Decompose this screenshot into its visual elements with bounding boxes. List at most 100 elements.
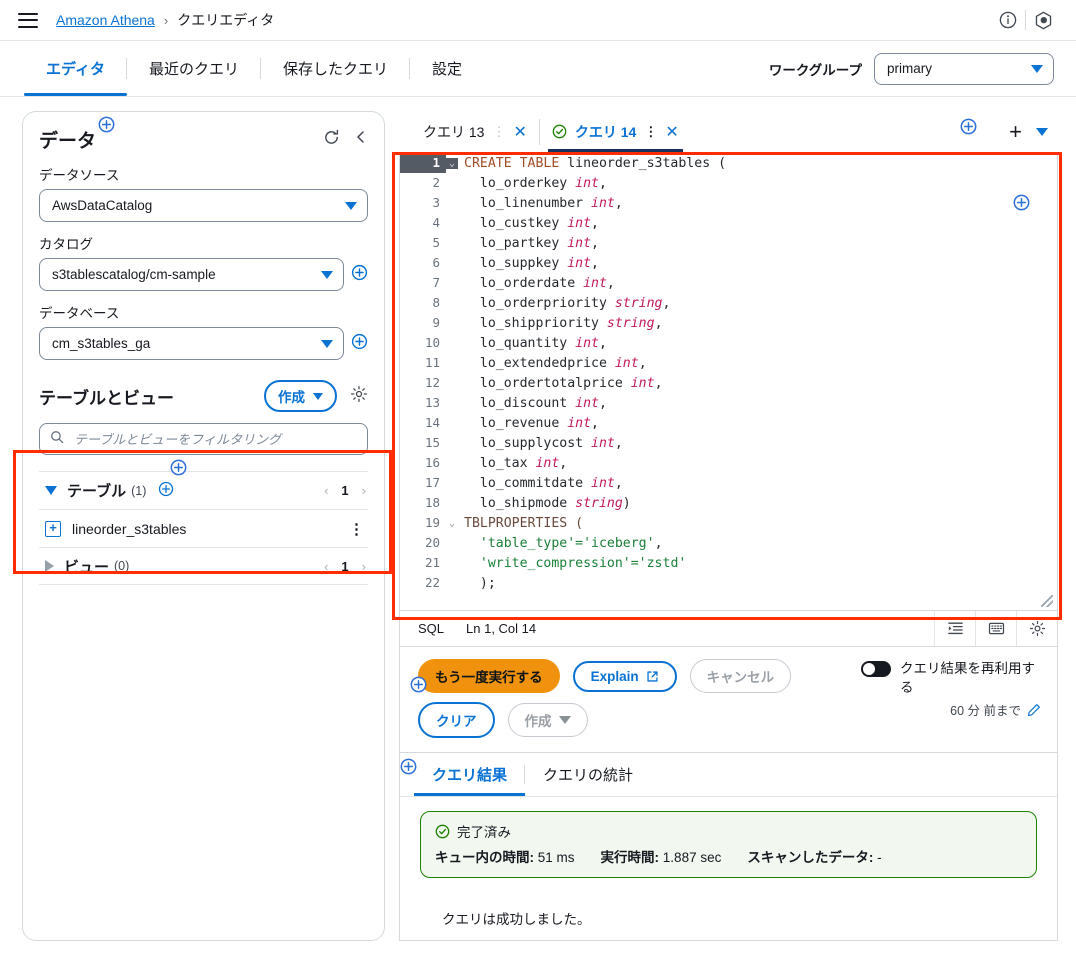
code-text: lo_shipmode string) (464, 495, 631, 511)
views-next-page-icon[interactable]: › (362, 559, 366, 574)
code-line[interactable]: 6 lo_suppkey int, (400, 253, 1057, 273)
chevron-down-icon[interactable] (45, 486, 57, 495)
table-options-icon[interactable]: ⋮ (349, 520, 364, 538)
database-add-icon[interactable] (351, 333, 368, 355)
query-result-message: クエリは成功しました。 (442, 912, 591, 927)
query-tab-13-menu-icon[interactable]: ⋮ (492, 124, 505, 140)
tables-prev-page-icon[interactable]: ‹ (324, 483, 328, 498)
code-line[interactable]: 19 ⌄ TBLPROPERTIES ( (400, 513, 1057, 533)
tab-settings[interactable]: 設定 (410, 41, 484, 96)
line-number: 5 (432, 235, 440, 250)
main-content: データ データソース AwsDataCatalog カタログ s3tablesc… (0, 97, 1076, 941)
code-line[interactable]: 1 ⌄ CREATE TABLE lineorder_s3tables ( (400, 153, 1057, 173)
add-table-icon[interactable] (158, 481, 174, 500)
stat-queue-time: キュー内の時間: 51 ms (435, 846, 575, 866)
code-line[interactable]: 12 lo_ordertotalprice int, (400, 373, 1057, 393)
code-text: lo_extendedprice int, (464, 355, 647, 371)
code-line[interactable]: 7 lo_orderdate int, (400, 273, 1057, 293)
create-dropdown-button[interactable]: 作成 (507, 703, 588, 737)
query-tab-14-menu-icon[interactable]: ⋮ (644, 124, 657, 140)
workgroup-select[interactable]: primary (874, 52, 1054, 85)
stat-data-scanned-value: - (877, 850, 882, 865)
reuse-results-toggle[interactable] (861, 661, 891, 677)
run-again-button[interactable]: もう一度実行する (418, 659, 560, 693)
database-select[interactable]: cm_s3tables_ga (39, 327, 344, 360)
catalog-add-icon[interactable] (351, 264, 368, 286)
tables-views-header: テーブルとビュー 作成 (39, 380, 368, 412)
table-list-item[interactable]: + lineorder_s3tables ⋮ (39, 509, 368, 547)
tables-group-label: テーブル (67, 483, 127, 500)
expand-table-icon[interactable]: + (45, 520, 61, 537)
tab-recent-queries[interactable]: 最近のクエリ (127, 41, 261, 96)
tab-editor-label: エディタ (46, 61, 105, 78)
table-filter-field[interactable] (39, 423, 368, 455)
fold-toggle-icon[interactable]: ⌄ (446, 518, 458, 529)
tab-editor[interactable]: エディタ (24, 41, 127, 96)
info-icon[interactable] (991, 3, 1025, 37)
code-line[interactable]: 11 lo_extendedprice int, (400, 353, 1057, 373)
tab-saved-queries-label: 保存したクエリ (282, 61, 388, 78)
code-line[interactable]: 10 lo_quantity int, (400, 333, 1057, 353)
tab-saved-queries[interactable]: 保存したクエリ (261, 41, 410, 96)
code-line[interactable]: 13 lo_discount int, (400, 393, 1057, 413)
views-group-row[interactable]: ビュー (0) ‹ 1 › (39, 547, 368, 585)
fold-toggle-icon[interactable]: ⌄ (446, 157, 458, 169)
editor-status-icons (934, 611, 1057, 646)
pencil-icon[interactable] (1027, 703, 1041, 717)
query-tab-list-chevron-down-icon[interactable] (1036, 127, 1048, 136)
editor-resize-handle[interactable] (1041, 595, 1053, 607)
code-line[interactable]: 8 lo_orderpriority string, (400, 293, 1057, 313)
tables-next-page-icon[interactable]: › (362, 483, 366, 498)
code-line[interactable]: 5 lo_partkey int, (400, 233, 1057, 253)
refresh-icon[interactable] (323, 129, 340, 151)
datasource-select[interactable]: AwsDataCatalog (39, 189, 368, 222)
query-tab-14-close-icon[interactable]: ✕ (665, 122, 678, 142)
chevron-right-icon[interactable] (45, 560, 54, 572)
annotation-marker-editor-inline (1013, 194, 1030, 211)
chevron-left-icon[interactable] (354, 130, 368, 149)
stat-queue-time-label: キュー内の時間: (435, 850, 534, 865)
query-tab-13-close-icon[interactable]: ✕ (513, 122, 526, 142)
gear-icon[interactable] (350, 385, 368, 408)
line-number: 7 (432, 275, 440, 290)
new-query-tab-icon[interactable]: + (1005, 119, 1026, 145)
line-number: 15 (424, 435, 440, 450)
catalog-row: s3tablescatalog/cm-sample (39, 258, 368, 291)
create-button[interactable]: 作成 (264, 380, 337, 412)
table-filter-input[interactable] (72, 430, 357, 448)
query-tab-14[interactable]: クエリ 14 ⋮ ✕ (540, 111, 691, 152)
code-line[interactable]: 3 lo_linenumber int, (400, 193, 1057, 213)
code-line[interactable]: 14 lo_revenue int, (400, 413, 1057, 433)
views-prev-page-icon[interactable]: ‹ (324, 559, 328, 574)
code-line[interactable]: 2 lo_orderkey int, (400, 173, 1057, 193)
keyboard-shortcuts-icon[interactable] (975, 611, 1016, 646)
code-line[interactable]: 17 lo_commitdate int, (400, 473, 1057, 493)
code-line[interactable]: 22 ); (400, 573, 1057, 593)
code-line[interactable]: 21 'write_compression'='zstd' (400, 553, 1057, 573)
tables-group-row[interactable]: テーブル (1) ‹ 1 › (39, 471, 368, 509)
workgroup-label: ワークグループ (768, 62, 862, 78)
catalog-select[interactable]: s3tablescatalog/cm-sample (39, 258, 344, 291)
code-line[interactable]: 20 'table_type'='iceberg', (400, 533, 1057, 553)
code-text: 'write_compression'='zstd' (479, 555, 687, 571)
banner-stats: キュー内の時間: 51 ms 実行時間: 1.887 sec スキャンしたデータ… (435, 846, 1022, 866)
tab-query-stats[interactable]: クエリの統計 (525, 753, 651, 796)
database-label: データベース (39, 306, 120, 321)
check-circle-icon (552, 124, 567, 139)
breadcrumb-amazon-athena[interactable]: Amazon Athena (56, 12, 155, 28)
annotation-marker-data-panel (98, 116, 115, 133)
sql-code-editor[interactable]: 1 ⌄ CREATE TABLE lineorder_s3tables (2 lo_… (399, 153, 1058, 611)
app-settings-icon[interactable] (1026, 3, 1060, 37)
tab-query-results[interactable]: クエリ結果 (414, 753, 526, 796)
explain-button[interactable]: Explain (572, 660, 677, 692)
code-line[interactable]: 4 lo_custkey int, (400, 213, 1057, 233)
code-line[interactable]: 18 lo_shipmode string) (400, 493, 1057, 513)
code-line[interactable]: 9 lo_shippriority string, (400, 313, 1057, 333)
query-tab-13[interactable]: クエリ 13 ⋮ ✕ (411, 111, 539, 152)
format-indent-icon[interactable] (934, 611, 975, 646)
hamburger-menu-icon[interactable] (18, 12, 38, 28)
code-line[interactable]: 15 lo_supplycost int, (400, 433, 1057, 453)
clear-button[interactable]: クリア (418, 702, 495, 738)
code-line[interactable]: 16 lo_tax int, (400, 453, 1057, 473)
editor-settings-gear-icon[interactable] (1016, 611, 1057, 646)
